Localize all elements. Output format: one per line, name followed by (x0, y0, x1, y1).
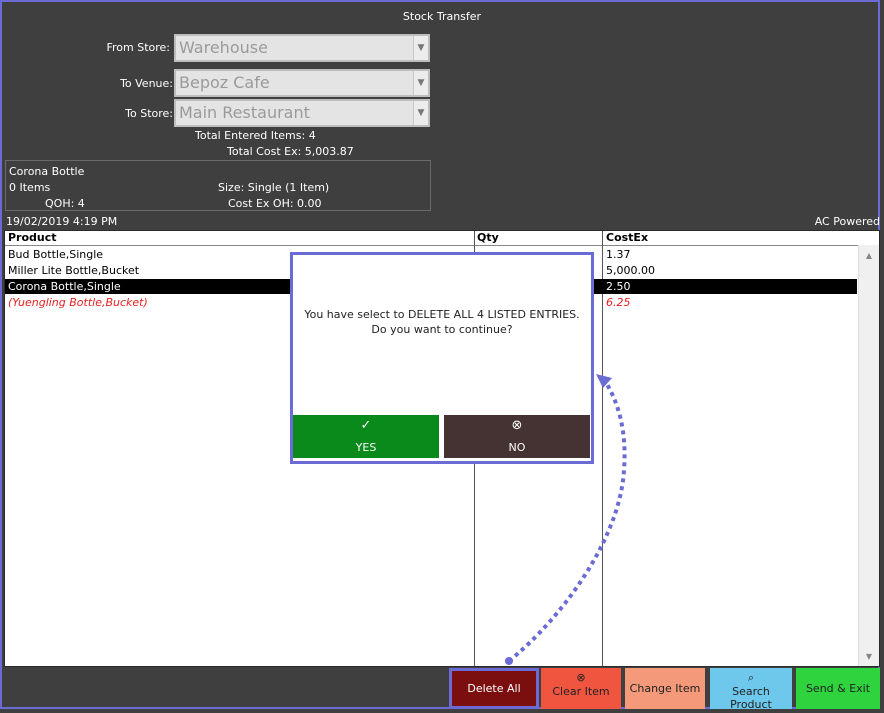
to-store-select[interactable]: Main Restaurant ▼ (174, 99, 430, 127)
power-status: AC Powered (814, 215, 880, 228)
table-header: Product Qty CostEx (5, 231, 879, 246)
column-header-costex[interactable]: CostEx (606, 231, 648, 245)
search-product-button[interactable]: ⌕ Search Product (710, 668, 792, 711)
info-size: Size: Single (1 Item) (218, 181, 330, 194)
row-product: Corona Bottle,Single (8, 280, 121, 293)
change-item-label: Change Item (629, 682, 701, 695)
search-product-label: Search Product (730, 685, 772, 711)
no-button[interactable]: ⊗ NO (444, 415, 590, 458)
delete-all-button[interactable]: Delete All (449, 668, 539, 709)
row-cost: 5,000.00 (606, 264, 655, 277)
search-icon: ⌕ (747, 671, 755, 684)
delete-all-label: Delete All (467, 682, 521, 695)
to-store-label: To Store: (125, 107, 173, 120)
total-cost-ex: Total Cost Ex: 5,003.87 (227, 145, 354, 158)
dialog-message: You have select to DELETE ALL 4 LISTED E… (293, 307, 591, 337)
confirm-delete-dialog: You have select to DELETE ALL 4 LISTED E… (290, 252, 594, 464)
scroll-down-icon[interactable]: ▼ (859, 650, 879, 664)
chevron-down-icon[interactable]: ▼ (413, 101, 428, 125)
to-venue-select[interactable]: Bepoz Cafe ▼ (174, 69, 430, 97)
row-product: (Yuengling Bottle,Bucket) (8, 296, 148, 309)
row-product: Bud Bottle,Single (8, 248, 104, 261)
row-cost: 6.25 (606, 296, 631, 309)
chevron-down-icon[interactable]: ▼ (413, 36, 428, 60)
info-qoh: QOH: 4 (45, 197, 85, 210)
from-store-select[interactable]: Warehouse ▼ (174, 34, 430, 62)
row-product: Miller Lite Bottle,Bucket (8, 264, 140, 277)
from-store-label: From Store: (106, 41, 170, 54)
dialog-message-line2: Do you want to continue? (371, 323, 513, 336)
product-info-panel: Corona Bottle 0 Items Size: Single (1 It… (5, 160, 431, 211)
info-items: 0 Items (9, 181, 51, 194)
vertical-scrollbar[interactable]: ▲ ▼ (858, 245, 879, 666)
to-venue-label: To Venue: (120, 77, 173, 90)
to-store-value: Main Restaurant (179, 103, 310, 122)
from-store-value: Warehouse (179, 38, 268, 57)
change-item-button[interactable]: Change Item (625, 668, 705, 709)
row-cost: 2.50 (606, 280, 631, 293)
window-title: Stock Transfer (402, 10, 482, 23)
dialog-message-line1: You have select to DELETE ALL 4 LISTED E… (304, 308, 580, 321)
no-label: NO (508, 441, 526, 454)
close-circle-icon: ⊗ (576, 671, 586, 684)
yes-label: YES (355, 441, 377, 454)
total-entered-items: Total Entered Items: 4 (195, 129, 316, 142)
clear-item-label: Clear Item (552, 685, 610, 698)
scroll-up-icon[interactable]: ▲ (859, 249, 879, 263)
clear-item-button[interactable]: ⊗ Clear Item (541, 668, 621, 709)
check-icon: ✓ (360, 418, 372, 433)
yes-button[interactable]: ✓ YES (293, 415, 439, 458)
close-circle-icon: ⊗ (511, 418, 523, 433)
row-cost: 1.37 (606, 248, 631, 261)
info-product-name: Corona Bottle (9, 165, 85, 178)
column-header-qty[interactable]: Qty (477, 231, 499, 245)
info-cost-oh: Cost Ex OH: 0.00 (228, 197, 322, 210)
column-header-product[interactable]: Product (8, 231, 57, 245)
send-exit-button[interactable]: Send & Exit (796, 668, 880, 709)
datetime-status: 19/02/2019 4:19 PM (6, 215, 118, 228)
chevron-down-icon[interactable]: ▼ (413, 71, 428, 95)
to-venue-value: Bepoz Cafe (179, 73, 270, 92)
send-exit-label: Send & Exit (805, 682, 871, 695)
